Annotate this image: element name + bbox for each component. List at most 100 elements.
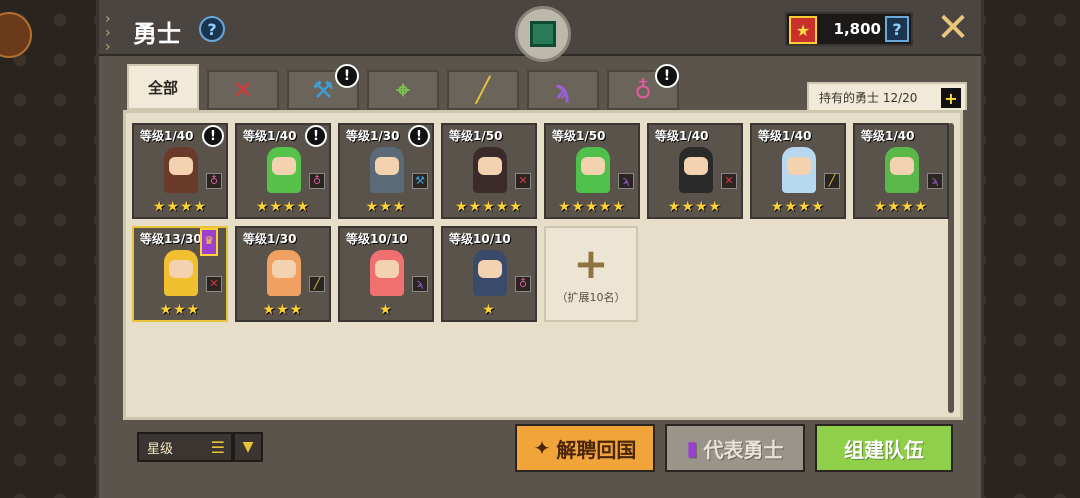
hero-portrait: [885, 147, 919, 193]
tab-bow[interactable]: ⌖: [367, 70, 439, 110]
hero-portrait: [473, 147, 507, 193]
hero-portrait: [782, 147, 816, 193]
hero-portrait: [370, 147, 404, 193]
hero-book-icon[interactable]: [515, 6, 571, 62]
hero-level: 等级1/30: [346, 129, 400, 143]
hero-card[interactable]: 等级1/40 ✕ ★★★★: [647, 123, 743, 219]
hero-card[interactable]: 等级1/40 ϡ ★★★★: [853, 123, 949, 219]
hero-card[interactable]: 等级13/30 ♛ ✕ ★★★: [132, 226, 228, 322]
heroes-panel: › › › 勇士 ? ★ 1,800 ? ✕ 全部 ✕ ⚒! ⌖ ╱ ϡ ♁! 持有的勇士 12…: [96, 0, 984, 498]
hero-stars: ★★★★: [152, 199, 208, 215]
hero-card[interactable]: 等级1/40! ♁ ★★★★: [235, 123, 331, 219]
bow-icon: ⌖: [396, 76, 410, 104]
rifle-icon: ╱: [475, 76, 491, 104]
hero-level: 等级10/10: [346, 232, 408, 246]
currency-help-icon[interactable]: ?: [885, 16, 909, 42]
hero-card[interactable]: 等级10/10 ♁ ★: [441, 226, 537, 322]
representative-button[interactable]: ▮ 代表勇士: [665, 424, 805, 472]
alert-icon: !: [335, 64, 359, 88]
hero-card[interactable]: 等级1/40 ╱ ★★★★: [750, 123, 846, 219]
hero-level: 等级1/50: [552, 129, 606, 143]
hero-portrait: [576, 147, 610, 193]
class-icon: ♁: [515, 276, 531, 292]
title-bar: › › › 勇士 ? ★ 1,800 ? ✕: [99, 0, 981, 62]
hero-portrait: [164, 147, 198, 193]
sort-dropdown-button[interactable]: ▼: [233, 432, 263, 462]
banner-icon: ▮: [686, 436, 698, 460]
hero-portrait: [267, 147, 301, 193]
page-title: 勇士: [133, 20, 181, 48]
dismiss-label: 解聘回国: [556, 437, 637, 462]
class-icon: ϡ: [927, 173, 943, 189]
class-icon: ✕: [206, 276, 222, 292]
hero-card[interactable]: 等级1/50 ✕ ★★★★★: [441, 123, 537, 219]
form-team-button[interactable]: 组建队伍: [815, 424, 953, 472]
hero-level: 等级10/10: [449, 232, 511, 246]
hero-stars: ★★★★: [255, 199, 311, 215]
sword-icon: ✕: [232, 76, 254, 104]
hero-card[interactable]: 等级1/40! ♁ ★★★★: [132, 123, 228, 219]
alert-icon: !: [305, 125, 327, 147]
hero-level: 等级1/40: [861, 129, 915, 143]
alert-icon: !: [202, 125, 224, 147]
tab-all[interactable]: 全部: [127, 64, 199, 110]
medal-icon: ★: [789, 16, 817, 44]
hero-stars: ★★★★: [770, 199, 826, 215]
hero-portrait: [679, 147, 713, 193]
alert-icon: !: [408, 125, 430, 147]
class-icon: ╱: [824, 173, 840, 189]
tab-hammer[interactable]: ⚒!: [287, 64, 359, 110]
hero-grid: 等级1/40! ♁ ★★★★ 等级1/40! ♁ ★★★★ 等级1/30! ⚒ ★★★ 等级1/5…: [123, 110, 963, 420]
hero-level: 等级1/40: [758, 129, 812, 143]
hero-portrait: [164, 250, 198, 296]
tab-ring[interactable]: ♁!: [607, 64, 679, 110]
hero-level: 等级1/50: [449, 129, 503, 143]
class-icon: ϡ: [618, 173, 634, 189]
form-team-label: 组建队伍: [844, 437, 924, 462]
representative-label: 代表勇士: [703, 437, 784, 462]
class-icon: ╱: [309, 276, 325, 292]
plus-icon: +: [573, 239, 609, 288]
hammer-icon: ⚒: [312, 76, 334, 104]
hero-level: 等级1/30: [243, 232, 297, 246]
alert-icon: !: [655, 64, 679, 88]
class-icon: ⚒: [412, 173, 428, 189]
currency-display: ★ 1,800 ?: [785, 12, 913, 46]
hero-stars: ★★★★: [667, 199, 723, 215]
owned-heroes-count: 持有的勇士 12/20 +: [807, 82, 967, 110]
hero-card[interactable]: 等级10/10 ϡ ★: [338, 226, 434, 322]
class-icon: ♁: [309, 173, 325, 189]
hero-card[interactable]: 等级1/30! ⚒ ★★★: [338, 123, 434, 219]
tab-rifle[interactable]: ╱: [447, 70, 519, 110]
expand-slots-button[interactable]: +: [941, 88, 961, 108]
class-icon: ♁: [206, 173, 222, 189]
hero-stars: ★: [482, 302, 496, 318]
hero-level: 等级1/40: [140, 129, 194, 143]
hero-stars: ★★★: [365, 199, 407, 215]
hero-stars: ★★★★★: [558, 199, 626, 215]
hero-stars: ★★★: [262, 302, 304, 318]
class-icon: ✕: [515, 173, 531, 189]
title-arrows-icon: › › ›: [105, 11, 111, 55]
tab-sword[interactable]: ✕: [207, 70, 279, 110]
close-button[interactable]: ✕: [933, 8, 973, 48]
owned-label: 持有的勇士 12/20: [819, 90, 918, 105]
hero-stars: ★★★★★: [455, 199, 523, 215]
ring-icon: ♁: [634, 76, 652, 104]
expand-roster-button[interactable]: + （扩展10名）: [544, 226, 638, 322]
help-icon[interactable]: ?: [199, 16, 225, 42]
hero-portrait: [473, 250, 507, 296]
hero-portrait: [267, 250, 301, 296]
hero-stars: ★★★★: [873, 199, 929, 215]
hero-card[interactable]: 等级1/30 ╱ ★★★: [235, 226, 331, 322]
hero-level: 等级13/30: [140, 232, 202, 246]
hero-level: 等级1/40: [243, 129, 297, 143]
dismiss-button[interactable]: ✦ 解聘回国: [515, 424, 655, 472]
currency-amount: 1,800: [833, 20, 881, 38]
tab-label: 全部: [147, 78, 178, 97]
class-icon: ✕: [721, 173, 737, 189]
hero-stars: ★: [379, 302, 393, 318]
hero-card[interactable]: 等级1/50 ϡ ★★★★★: [544, 123, 640, 219]
tab-staff[interactable]: ϡ: [527, 70, 599, 110]
sort-select[interactable]: 星级 ☰: [137, 432, 233, 462]
